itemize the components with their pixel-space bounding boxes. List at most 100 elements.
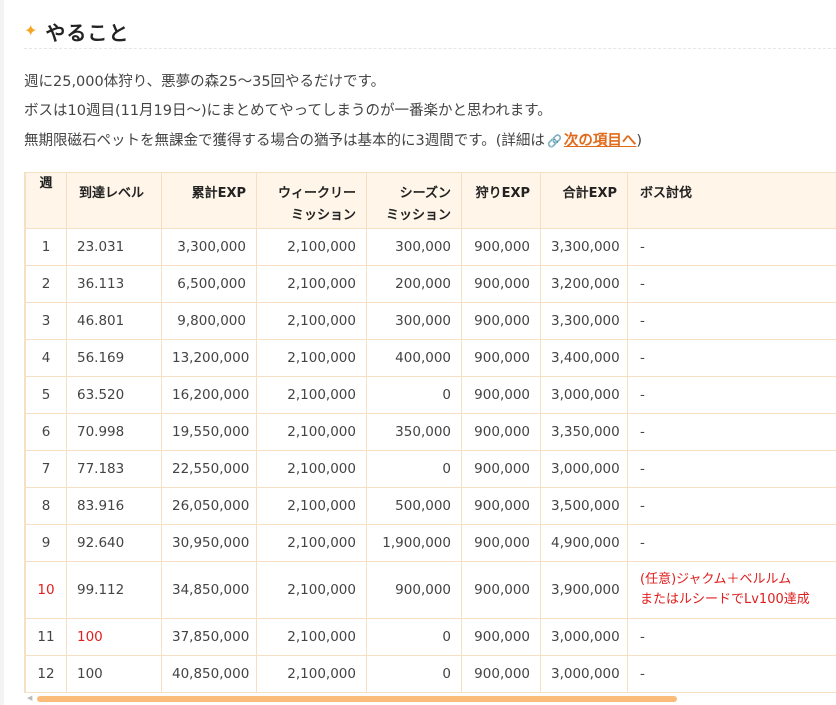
cell-season-mission: 300,000 (366, 228, 462, 266)
header-weekly-line2: ミッション (290, 208, 356, 223)
cell-week: 7 (25, 450, 67, 488)
cell-week: 6 (25, 413, 67, 451)
cell-weekly-mission: 2,100,000 (256, 265, 367, 303)
cell-week: 9 (25, 524, 67, 562)
cell-hunt-exp: 900,000 (461, 413, 541, 451)
intro-line-3: 無期限磁石ペットを無課金で獲得する場合の猶予は基本的に3週間です。(詳細は 🔗 次の… (24, 129, 642, 150)
cell-weekly-mission: 2,100,000 (256, 618, 367, 656)
cell-hunt-exp: 900,000 (461, 302, 541, 340)
cell-week: 11 (25, 618, 67, 656)
cell-cumulative-exp: 30,950,000 (161, 524, 257, 562)
cell-hunt-exp: 900,000 (461, 524, 541, 562)
horizontal-scrollbar[interactable]: ◀ (24, 693, 836, 705)
table-row: 1 23.031 3,300,000 2,100,000 300,000 900… (25, 228, 836, 266)
cell-week: 1 (25, 228, 67, 266)
cell-cumulative-exp: 40,850,000 (161, 655, 257, 693)
cell-weekly-mission: 2,100,000 (256, 561, 367, 619)
cell-total-exp: 3,200,000 (540, 265, 628, 303)
cell-level: 92.640 (66, 524, 162, 562)
cell-boss: - (627, 376, 836, 414)
cell-cumulative-exp: 37,850,000 (161, 618, 257, 656)
cell-total-exp: 3,900,000 (540, 561, 628, 619)
intro-line-1: 週に25,000体狩り、悪夢の森25〜35回やるだけです。 (24, 74, 386, 90)
cell-weekly-mission: 2,100,000 (256, 524, 367, 562)
cell-level: 36.113 (66, 265, 162, 303)
cell-week: 12 (25, 655, 67, 693)
cell-cumulative-exp: 3,300,000 (161, 228, 257, 266)
cell-season-mission: 0 (366, 618, 462, 656)
cell-level: 70.998 (66, 413, 162, 451)
cell-week: 2 (25, 265, 67, 303)
cell-level: 99.112 (66, 561, 162, 619)
cell-hunt-exp: 900,000 (461, 339, 541, 377)
cell-season-mission: 900,000 (366, 561, 462, 619)
table-row: 11 100 37,850,000 2,100,000 0 900,000 3,… (25, 618, 836, 656)
cell-hunt-exp: 900,000 (461, 618, 541, 656)
cell-total-exp: 3,300,000 (540, 302, 628, 340)
cell-cumulative-exp: 13,200,000 (161, 339, 257, 377)
cell-season-mission: 1,900,000 (366, 524, 462, 562)
cell-boss: (任意)ジャクム＋ベルルム またはルシードでLv100達成 (627, 561, 836, 619)
cell-week: 3 (25, 302, 67, 340)
page-left-rule (0, 0, 4, 705)
cell-hunt-exp: 900,000 (461, 265, 541, 303)
cell-total-exp: 3,000,000 (540, 450, 628, 488)
cell-season-mission: 350,000 (366, 413, 462, 451)
table-row: 6 70.998 19,550,000 2,100,000 350,000 90… (25, 413, 836, 451)
header-weekly-mission: ウィークリーミッション (256, 172, 367, 229)
sparkle-icon: ✦ (24, 21, 38, 40)
table-row: 9 92.640 30,950,000 2,100,000 1,900,000 … (25, 524, 836, 562)
scroll-left-arrow-icon[interactable]: ◀ (27, 694, 32, 702)
table-header-row: 週 到達レベル 累計EXP ウィークリー ミッション シーズン ミッション 狩りEX… (25, 172, 836, 229)
cell-cumulative-exp: 16,200,000 (161, 376, 257, 414)
cell-level: 23.031 (66, 228, 162, 266)
table-row: 7 77.183 22,550,000 2,100,000 0 900,000 … (25, 450, 836, 488)
exp-table-container[interactable]: 週 到達レベル 累計EXP ウィークリー ミッション シーズン ミッション 狩りEX… (24, 172, 836, 705)
exp-table: 週 到達レベル 累計EXP ウィークリー ミッション シーズン ミッション 狩りEX… (25, 172, 836, 693)
table-row: 4 56.169 13,200,000 2,100,000 400,000 90… (25, 339, 836, 377)
cell-hunt-exp: 900,000 (461, 487, 541, 525)
cell-week: 8 (25, 487, 67, 525)
cell-boss: - (627, 618, 836, 656)
header-season-line2: ミッション (385, 208, 451, 223)
header-level: 到達レベル (66, 172, 162, 229)
header-cumulative-exp: 累計EXP (161, 172, 257, 229)
header-hunt-exp: 狩りEXP (461, 172, 541, 229)
cell-total-exp: 3,400,000 (540, 339, 628, 377)
cell-week: 5 (25, 376, 67, 414)
cell-weekly-mission: 2,100,000 (256, 655, 367, 693)
cell-season-mission: 0 (366, 655, 462, 693)
cell-level: 63.520 (66, 376, 162, 414)
cell-boss: - (627, 487, 836, 525)
cell-week: 4 (25, 339, 67, 377)
cell-season-mission: 300,000 (366, 302, 462, 340)
cell-hunt-exp: 900,000 (461, 561, 541, 619)
cell-weekly-mission: 2,100,000 (256, 450, 367, 488)
scrollbar-thumb[interactable] (37, 696, 677, 702)
cell-boss: - (627, 413, 836, 451)
cell-hunt-exp: 900,000 (461, 655, 541, 693)
cell-week: 10 (25, 561, 67, 619)
cell-boss: - (627, 339, 836, 377)
table-row: 3 46.801 9,800,000 2,100,000 300,000 900… (25, 302, 836, 340)
cell-weekly-mission: 2,100,000 (256, 302, 367, 340)
cell-hunt-exp: 900,000 (461, 228, 541, 266)
cell-cumulative-exp: 9,800,000 (161, 302, 257, 340)
cell-weekly-mission: 2,100,000 (256, 339, 367, 377)
cell-total-exp: 3,350,000 (540, 413, 628, 451)
cell-total-exp: 3,000,000 (540, 376, 628, 414)
section-heading: ✦ やること (24, 14, 836, 49)
cell-hunt-exp: 900,000 (461, 376, 541, 414)
cell-cumulative-exp: 19,550,000 (161, 413, 257, 451)
header-weekly-line1: ウィークリー (277, 186, 356, 201)
link-icon: 🔗 (546, 134, 562, 148)
next-section-link[interactable]: 次の項目へ (564, 133, 637, 149)
cell-level: 77.183 (66, 450, 162, 488)
cell-season-mission: 0 (366, 450, 462, 488)
section-title: やること (45, 20, 130, 45)
cell-total-exp: 3,300,000 (540, 228, 628, 266)
table-row: 2 36.113 6,500,000 2,100,000 200,000 900… (25, 265, 836, 303)
cell-season-mission: 0 (366, 376, 462, 414)
cell-cumulative-exp: 6,500,000 (161, 265, 257, 303)
header-week: 週 (25, 172, 67, 229)
